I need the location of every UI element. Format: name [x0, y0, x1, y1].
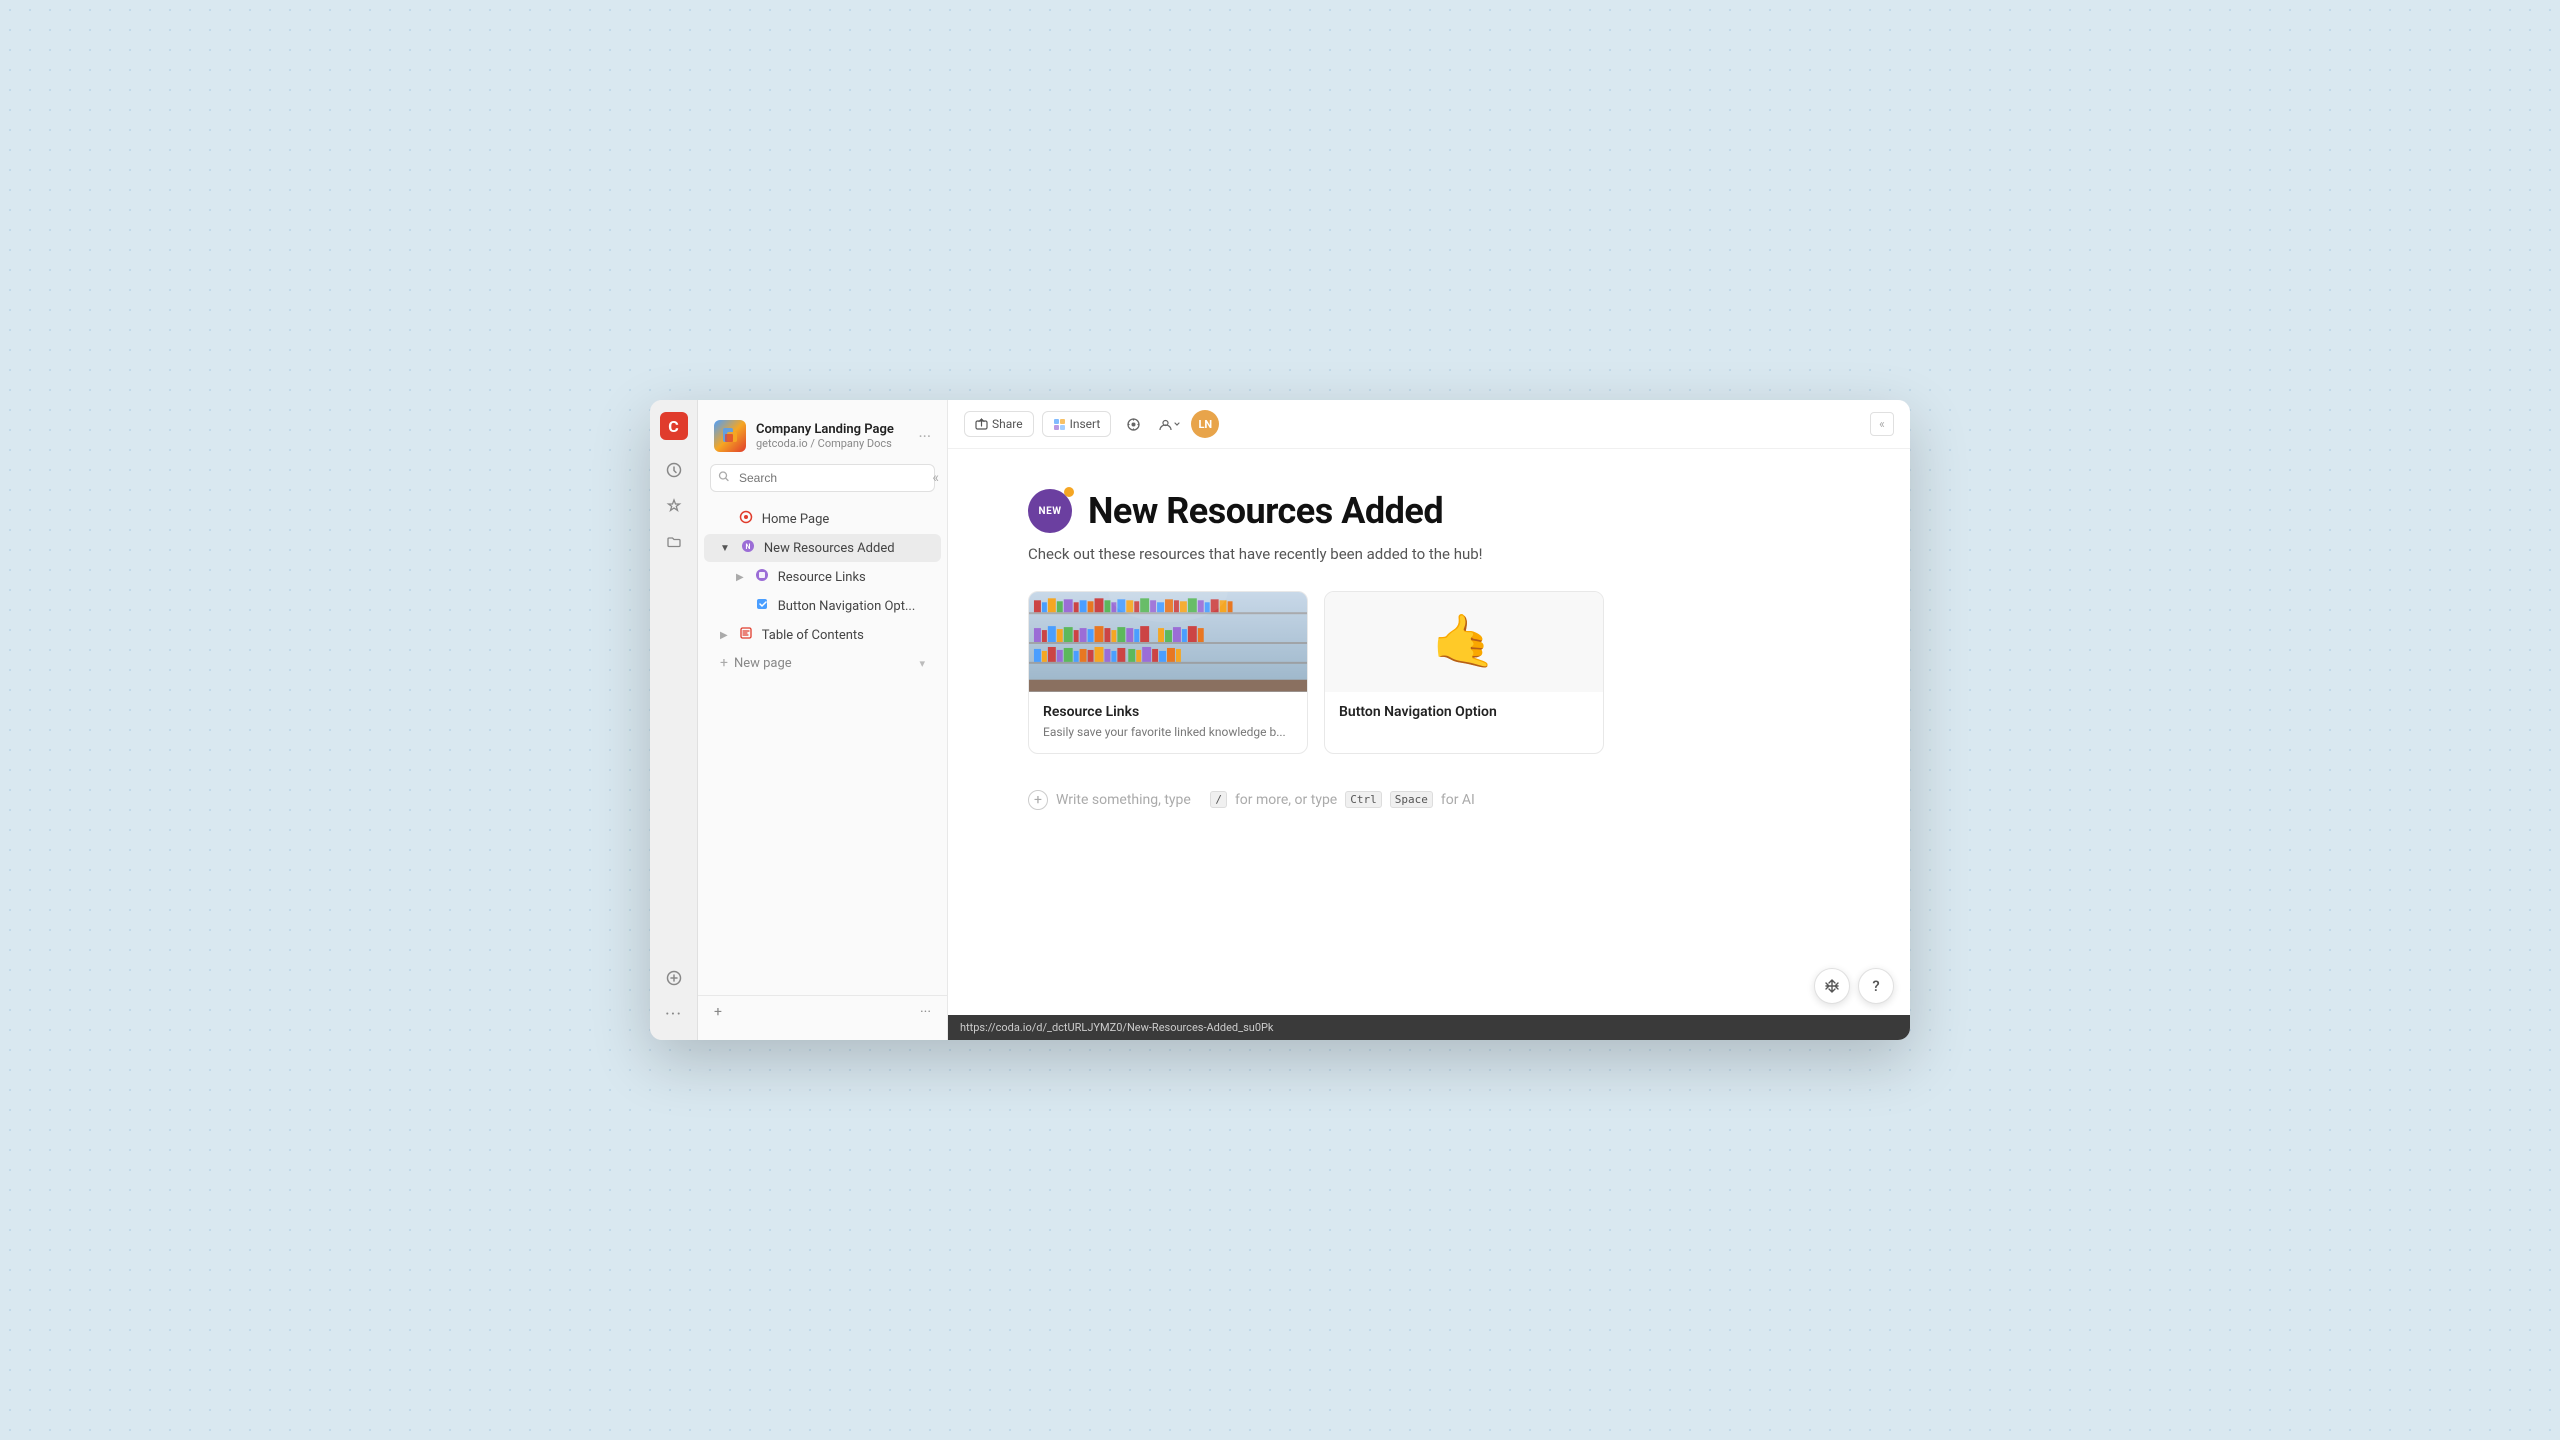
resource-links-card-title: Resource Links	[1043, 704, 1293, 720]
expand-chevron-icon: ▼	[720, 543, 730, 554]
insert-label: Insert	[1070, 417, 1101, 431]
add-doc-icon[interactable]	[660, 964, 688, 992]
collapse-sidebar-button[interactable]: «	[932, 470, 939, 486]
resource-links-label: Resource Links	[778, 570, 925, 585]
nav-items: ▶ Home Page ▼ N New Res	[698, 500, 947, 995]
move-button[interactable]	[1814, 968, 1850, 1004]
collapse-right-button[interactable]: «	[1870, 412, 1894, 436]
profile-button[interactable]	[1155, 410, 1183, 438]
svg-text:N: N	[745, 543, 750, 551]
doc-icon	[714, 420, 746, 452]
star-icon[interactable]	[660, 492, 688, 520]
cards-row: Resource Links Easily save your favorite…	[1028, 591, 1830, 754]
write-more-text: for more, or type	[1235, 792, 1337, 808]
add-button[interactable]: +	[714, 1004, 722, 1020]
new-page-plus-icon: +	[720, 655, 728, 671]
resource-links-card[interactable]: Resource Links Easily save your favorite…	[1028, 591, 1308, 754]
table-of-contents-icon	[738, 626, 754, 644]
search-input[interactable]	[710, 464, 935, 492]
new-resources-label: New Resources Added	[764, 541, 907, 556]
page-title: New Resources Added	[1088, 490, 1443, 532]
new-page-chevron-icon: ▾	[919, 657, 925, 670]
sidebar-item-home-page[interactable]: ▶ Home Page	[704, 505, 941, 533]
share-label: Share	[992, 417, 1023, 431]
user-avatar[interactable]: LN	[1191, 410, 1219, 438]
resource-links-card-desc: Easily save your favorite linked knowled…	[1043, 724, 1293, 741]
bottom-bar: https://coda.io/d/_dctURLJYMZ0/New-Resou…	[948, 1015, 1910, 1040]
more-icon[interactable]: ···	[660, 1000, 688, 1028]
write-ai-text: for AI	[1441, 792, 1475, 808]
page-url: https://coda.io/d/_dctURLJYMZ0/New-Resou…	[960, 1021, 1274, 1034]
sidebar-item-table-of-contents[interactable]: ▶ Table of Contents	[704, 621, 941, 649]
new-resources-icon: N	[740, 539, 756, 557]
page-subtitle: Check out these resources that have rece…	[1028, 545, 1830, 563]
sidebar-item-new-resources-added[interactable]: ▼ N New Resources Added ···	[704, 534, 941, 562]
chevron-toc: ▶	[720, 630, 728, 641]
page-content: NEW New Resources Added Check out these …	[948, 449, 1910, 1015]
resource-links-card-image	[1029, 592, 1307, 692]
home-page-icon	[738, 510, 754, 528]
search-icon	[718, 471, 730, 486]
write-prompt-text: Write something, type	[1056, 792, 1191, 808]
button-nav-card-body: Button Navigation Option	[1325, 692, 1603, 736]
new-badge: NEW	[1028, 489, 1072, 533]
doc-breadcrumb: getcoda.io / Company Docs	[756, 437, 908, 450]
sidebar-item-button-nav[interactable]: ▶ Button Navigation Opt...	[704, 592, 941, 620]
write-prompt[interactable]: + Write something, type / for more, or t…	[1028, 782, 1830, 818]
folder-icon[interactable]	[660, 528, 688, 556]
button-nav-card-image: 🤙	[1325, 592, 1603, 692]
space-key: Space	[1390, 791, 1433, 808]
slash-key: /	[1210, 791, 1227, 808]
help-button[interactable]: ?	[1858, 968, 1894, 1004]
sidebar-header: Company Landing Page getcoda.io / Compan…	[698, 412, 947, 464]
new-page-label: New page	[734, 656, 792, 671]
sidebar-new-page-button[interactable]: + New page ▾	[704, 650, 941, 676]
chevron-resource-links: ▶	[736, 572, 744, 583]
settings-button[interactable]	[1119, 410, 1147, 438]
slash-hint	[1199, 792, 1202, 808]
button-nav-label: Button Navigation Opt...	[778, 599, 925, 614]
button-nav-card[interactable]: 🤙 Button Navigation Option	[1324, 591, 1604, 754]
table-of-contents-label: Table of Contents	[762, 628, 925, 643]
sidebar-menu-button[interactable]: ···	[918, 427, 931, 446]
insert-button[interactable]: Insert	[1042, 411, 1112, 437]
sidebar-bottom: + ···	[698, 995, 947, 1028]
button-nav-card-title: Button Navigation Option	[1339, 704, 1589, 720]
page-title-row: NEW New Resources Added	[1028, 489, 1830, 533]
sidebar-more-button[interactable]: ···	[920, 1004, 931, 1020]
app-logo[interactable]: C	[660, 412, 688, 440]
main-content: Share Insert	[948, 400, 1910, 1040]
float-buttons: ?	[1814, 968, 1894, 1004]
ctrl-key: Ctrl	[1345, 791, 1382, 808]
search-box: «	[710, 464, 935, 492]
write-prompt-plus-icon: +	[1028, 790, 1048, 810]
help-icon: ?	[1872, 977, 1879, 995]
hand-icon: 🤙	[1432, 616, 1497, 668]
doc-title: Company Landing Page	[756, 422, 908, 437]
clock-icon[interactable]	[660, 456, 688, 484]
button-nav-icon	[754, 597, 770, 615]
share-button[interactable]: Share	[964, 411, 1034, 437]
home-page-label: Home Page	[762, 512, 925, 527]
resource-links-icon	[754, 568, 770, 586]
sidebar-item-resource-links[interactable]: ▶ Resource Links	[704, 563, 941, 591]
resource-links-card-body: Resource Links Easily save your favorite…	[1029, 692, 1307, 753]
topbar: Share Insert	[948, 400, 1910, 449]
icon-strip: C ···	[650, 400, 698, 1040]
sidebar: Company Landing Page getcoda.io / Compan…	[698, 400, 948, 1040]
